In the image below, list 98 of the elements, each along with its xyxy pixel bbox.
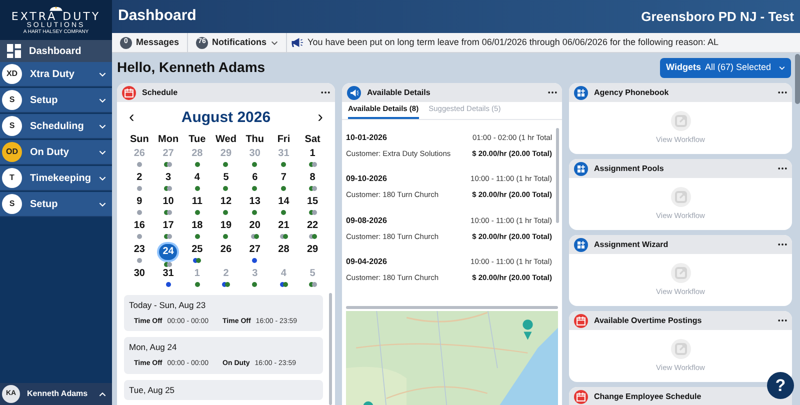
sidebar-item[interactable]: S Setup xyxy=(0,88,112,113)
card-title: Assignment Wizard xyxy=(594,238,670,250)
calendar-day[interactable]: 17 xyxy=(162,220,174,232)
calendar-day[interactable]: 31 xyxy=(162,268,174,280)
calendar-day[interactable]: 8 xyxy=(310,172,316,184)
calendar-day[interactable]: 29 xyxy=(307,244,318,256)
avatar-badge: XD xyxy=(2,64,22,84)
dashboard-icon xyxy=(7,44,21,58)
calendar-day[interactable]: 26 xyxy=(220,244,232,256)
sidebar-item[interactable]: XD Xtra Duty xyxy=(0,62,112,87)
weekday-label: Tue xyxy=(188,133,207,147)
avatar-badge: S xyxy=(2,90,22,110)
card-title: Available Details xyxy=(367,86,432,98)
calendar-day[interactable]: 25 xyxy=(192,244,203,256)
calendar-day[interactable]: 23 xyxy=(134,244,145,256)
calendar-day[interactable]: 11 xyxy=(192,196,202,208)
weekday-label: Mon xyxy=(157,133,180,147)
megaphone-icon xyxy=(347,86,361,100)
calendar-icon xyxy=(574,390,588,404)
sidebar-item[interactable]: S Setup xyxy=(0,192,112,217)
weekday-label: Wed xyxy=(214,133,238,147)
chevron-down-icon xyxy=(779,66,785,70)
avatar-badge: S xyxy=(2,116,22,136)
card-title: Schedule xyxy=(142,86,179,98)
calendar-day[interactable]: 15 xyxy=(307,196,318,208)
announcement-text: You have been put on long term leave from 06/01/2026 through 06/06/2026 for the following reason: AL xyxy=(308,36,719,49)
calendar-day[interactable]: 2 xyxy=(136,172,142,184)
edit-icon xyxy=(670,186,690,207)
page-title: Dashboard xyxy=(118,6,196,26)
more-icon[interactable] xyxy=(321,91,330,94)
card-title: Change Employee Schedule xyxy=(594,390,702,402)
calendar-day[interactable]: 1 xyxy=(310,148,316,160)
detail-date: 09-04-2026 xyxy=(346,256,387,268)
calendar-day[interactable]: 9 xyxy=(136,196,142,208)
agenda-date: Mon, Aug 24 xyxy=(129,341,178,354)
calendar-day[interactable]: 20 xyxy=(249,220,260,232)
calendar-day[interactable]: 3 xyxy=(165,172,172,184)
scrollbar[interactable] xyxy=(556,128,559,223)
weekday-label: Fri xyxy=(276,133,292,147)
scrollbar[interactable] xyxy=(329,293,332,405)
calendar-day[interactable]: 30 xyxy=(134,268,145,280)
calendar-day[interactable]: 14 xyxy=(278,196,290,208)
previous-month-button[interactable]: ‹ xyxy=(129,110,134,126)
card-title: Agency Phonebook xyxy=(594,86,670,98)
calendar-day[interactable]: 18 xyxy=(192,220,203,232)
calendar-day[interactable]: 5 xyxy=(223,172,229,184)
avatar-badge: S xyxy=(2,194,22,214)
calendar-day[interactable]: 21 xyxy=(278,220,290,232)
edit-icon xyxy=(670,262,690,283)
more-icon[interactable] xyxy=(548,91,557,94)
detail-date: 10-01-2026 xyxy=(346,132,387,144)
calendar-icon xyxy=(122,86,136,100)
next-month-button[interactable]: › xyxy=(318,110,323,126)
calendar-day[interactable]: 19 xyxy=(220,220,232,232)
calendar-day[interactable]: 12 xyxy=(220,196,232,208)
more-icon[interactable] xyxy=(778,319,787,322)
calendar-day[interactable]: 27 xyxy=(249,244,260,256)
edit-icon xyxy=(670,110,690,131)
sidebar-item[interactable]: T Timekeeping xyxy=(0,166,112,191)
apps-icon xyxy=(574,86,588,100)
megaphone-icon xyxy=(290,38,303,47)
avatar-badge: OD xyxy=(2,142,22,162)
agenda-date: Today - Sun, Aug 23 xyxy=(129,299,207,312)
calendar-day[interactable]: 10 xyxy=(162,196,174,208)
widgets-button[interactable]: Widgets All (67) Selected xyxy=(660,58,791,78)
more-icon[interactable] xyxy=(778,91,787,94)
detail-date: 09-10-2026 xyxy=(346,173,387,186)
weekday-label: Sat xyxy=(304,133,322,147)
edit-icon xyxy=(670,338,690,359)
sidebar-item[interactable]: Dashboard xyxy=(0,40,112,62)
chevron-down-icon xyxy=(270,40,278,44)
apps-icon xyxy=(574,238,588,252)
apps-icon xyxy=(574,162,588,176)
calendar-day[interactable]: 6 xyxy=(252,172,258,184)
card-title: Assignment Pools xyxy=(594,162,665,174)
month-title: August 2026 xyxy=(181,108,271,128)
calendar-day[interactable]: 13 xyxy=(249,196,260,208)
avatar-badge: T xyxy=(2,168,22,188)
greeting: Hello, Kenneth Adams xyxy=(117,58,266,77)
sidebar-item[interactable]: OD On Duty xyxy=(0,140,112,165)
weekday-label: Thu xyxy=(244,133,266,147)
agenda-date: Tue, Aug 25 xyxy=(129,384,176,396)
scrollbar[interactable] xyxy=(346,306,558,309)
scrollbar[interactable] xyxy=(795,54,800,104)
calendar-day[interactable]: 22 xyxy=(307,220,318,232)
weekday-label: Sun xyxy=(128,133,150,147)
calendar-day[interactable]: 16 xyxy=(134,220,145,232)
more-icon[interactable] xyxy=(778,243,787,246)
calendar-icon xyxy=(574,314,588,328)
calendar-day[interactable]: 28 xyxy=(278,244,290,256)
calendar-day[interactable]: 4 xyxy=(194,172,200,184)
card-title: Available Overtime Postings xyxy=(594,314,703,326)
calendar-day[interactable]: 24 xyxy=(159,244,178,260)
sidebar-item[interactable]: S Scheduling xyxy=(0,114,112,139)
detail-date: 09-08-2026 xyxy=(346,214,387,226)
agency-name: Greensboro PD NJ - Test xyxy=(641,8,794,26)
calendar-day[interactable]: 7 xyxy=(280,172,286,184)
more-icon[interactable] xyxy=(778,167,787,170)
